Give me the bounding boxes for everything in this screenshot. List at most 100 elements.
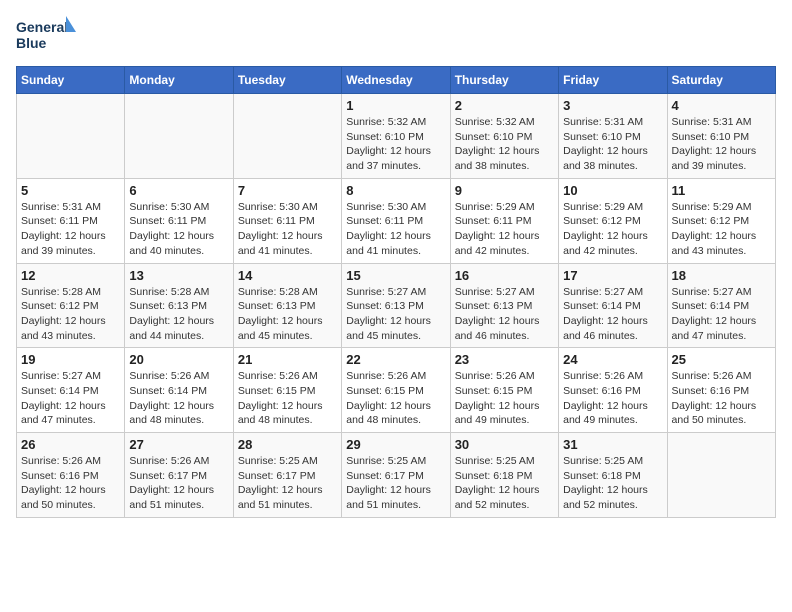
day-info: Sunrise: 5:30 AM Sunset: 6:11 PM Dayligh… [346,200,445,259]
day-cell: 22 Sunrise: 5:26 AM Sunset: 6:15 PM Dayli… [342,348,450,433]
week-row-1: 1 Sunrise: 5:32 AM Sunset: 6:10 PM Daylig… [17,94,776,179]
day-cell: 5 Sunrise: 5:31 AM Sunset: 6:11 PM Daylig… [17,178,125,263]
day-cell: 1Sunrise: 5:32 AM Sunset: 6:10 PM Daylig… [342,94,450,179]
day-number: 19 [21,352,120,367]
day-number: 21 [238,352,337,367]
week-row-4: 19 Sunrise: 5:27 AM Sunset: 6:14 PM Dayli… [17,348,776,433]
day-cell: 31Sunrise: 5:25 AM Sunset: 6:18 PM Dayli… [559,433,667,518]
col-header-wednesday: Wednesday [342,67,450,94]
day-number: 1 [346,98,445,113]
day-info: Sunrise: 5:27 AM Sunset: 6:14 PM Dayligh… [21,369,120,428]
day-info: Sunrise: 5:28 AM Sunset: 6:13 PM Dayligh… [129,285,228,344]
header-row: SundayMondayTuesdayWednesdayThursdayFrid… [17,67,776,94]
day-cell: 28Sunrise: 5:25 AM Sunset: 6:17 PM Dayli… [233,433,341,518]
day-cell: 17 Sunrise: 5:27 AM Sunset: 6:14 PM Dayli… [559,263,667,348]
day-number: 2 [455,98,554,113]
day-info: Sunrise: 5:31 AM Sunset: 6:10 PM Dayligh… [563,115,662,174]
day-info: Sunrise: 5:31 AM Sunset: 6:11 PM Dayligh… [21,200,120,259]
logo-svg: GeneralBlue [16,16,76,56]
day-number: 23 [455,352,554,367]
day-cell: 2 Sunrise: 5:32 AM Sunset: 6:10 PM Daylig… [450,94,558,179]
day-number: 14 [238,268,337,283]
day-info: Sunrise: 5:27 AM Sunset: 6:14 PM Dayligh… [563,285,662,344]
day-number: 20 [129,352,228,367]
day-cell: 19 Sunrise: 5:27 AM Sunset: 6:14 PM Dayli… [17,348,125,433]
day-number: 25 [672,352,771,367]
day-info: Sunrise: 5:26 AM Sunset: 6:14 PM Dayligh… [129,369,228,428]
logo: GeneralBlue [16,16,76,56]
day-cell: 14Sunrise: 5:28 AM Sunset: 6:13 PM Dayli… [233,263,341,348]
day-info: Sunrise: 5:27 AM Sunset: 6:13 PM Dayligh… [455,285,554,344]
day-info: Sunrise: 5:29 AM Sunset: 6:12 PM Dayligh… [563,200,662,259]
day-info: Sunrise: 5:28 AM Sunset: 6:12 PM Dayligh… [21,285,120,344]
day-number: 22 [346,352,445,367]
day-cell: 25 Sunrise: 5:26 AM Sunset: 6:16 PM Dayli… [667,348,775,433]
day-cell: 10 Sunrise: 5:29 AM Sunset: 6:12 PM Dayli… [559,178,667,263]
day-info: Sunrise: 5:25 AM Sunset: 6:18 PM Dayligh… [455,454,554,513]
day-cell [667,433,775,518]
day-number: 9 [455,183,554,198]
day-number: 16 [455,268,554,283]
day-number: 27 [129,437,228,452]
col-header-sunday: Sunday [17,67,125,94]
day-cell: 15 Sunrise: 5:27 AM Sunset: 6:13 PM Dayli… [342,263,450,348]
day-info: Sunrise: 5:26 AM Sunset: 6:16 PM Dayligh… [563,369,662,428]
day-cell: 16 Sunrise: 5:27 AM Sunset: 6:13 PM Dayli… [450,263,558,348]
day-cell: 18Sunrise: 5:27 AM Sunset: 6:14 PM Dayli… [667,263,775,348]
day-number: 15 [346,268,445,283]
day-info: Sunrise: 5:30 AM Sunset: 6:11 PM Dayligh… [129,200,228,259]
day-number: 3 [563,98,662,113]
day-cell: 13 Sunrise: 5:28 AM Sunset: 6:13 PM Dayli… [125,263,233,348]
day-number: 13 [129,268,228,283]
day-number: 6 [129,183,228,198]
day-info: Sunrise: 5:27 AM Sunset: 6:13 PM Dayligh… [346,285,445,344]
day-cell: 6 Sunrise: 5:30 AM Sunset: 6:11 PM Daylig… [125,178,233,263]
day-info: Sunrise: 5:26 AM Sunset: 6:15 PM Dayligh… [238,369,337,428]
day-cell [233,94,341,179]
day-number: 24 [563,352,662,367]
col-header-thursday: Thursday [450,67,558,94]
day-info: Sunrise: 5:32 AM Sunset: 6:10 PM Dayligh… [455,115,554,174]
day-info: Sunrise: 5:31 AM Sunset: 6:10 PM Dayligh… [672,115,771,174]
day-number: 4 [672,98,771,113]
day-number: 29 [346,437,445,452]
day-info: Sunrise: 5:27 AM Sunset: 6:14 PM Dayligh… [672,285,771,344]
day-number: 8 [346,183,445,198]
day-cell: 21 Sunrise: 5:26 AM Sunset: 6:15 PM Dayli… [233,348,341,433]
day-cell: 23 Sunrise: 5:26 AM Sunset: 6:15 PM Dayli… [450,348,558,433]
day-number: 17 [563,268,662,283]
day-info: Sunrise: 5:29 AM Sunset: 6:12 PM Dayligh… [672,200,771,259]
col-header-monday: Monday [125,67,233,94]
page-header: GeneralBlue [16,16,776,56]
day-cell: 24 Sunrise: 5:26 AM Sunset: 6:16 PM Dayli… [559,348,667,433]
day-number: 28 [238,437,337,452]
day-number: 12 [21,268,120,283]
day-info: Sunrise: 5:30 AM Sunset: 6:11 PM Dayligh… [238,200,337,259]
day-number: 26 [21,437,120,452]
day-number: 31 [563,437,662,452]
day-info: Sunrise: 5:26 AM Sunset: 6:17 PM Dayligh… [129,454,228,513]
day-number: 30 [455,437,554,452]
svg-text:General: General [16,19,68,35]
day-cell: 7 Sunrise: 5:30 AM Sunset: 6:11 PM Daylig… [233,178,341,263]
svg-text:Blue: Blue [16,35,47,51]
day-cell: 11Sunrise: 5:29 AM Sunset: 6:12 PM Dayli… [667,178,775,263]
week-row-3: 12 Sunrise: 5:28 AM Sunset: 6:12 PM Dayli… [17,263,776,348]
day-info: Sunrise: 5:26 AM Sunset: 6:15 PM Dayligh… [346,369,445,428]
day-cell: 27 Sunrise: 5:26 AM Sunset: 6:17 PM Dayli… [125,433,233,518]
col-header-tuesday: Tuesday [233,67,341,94]
col-header-friday: Friday [559,67,667,94]
day-cell: 3 Sunrise: 5:31 AM Sunset: 6:10 PM Daylig… [559,94,667,179]
col-header-saturday: Saturday [667,67,775,94]
day-number: 7 [238,183,337,198]
day-cell: 9 Sunrise: 5:29 AM Sunset: 6:11 PM Daylig… [450,178,558,263]
day-info: Sunrise: 5:26 AM Sunset: 6:16 PM Dayligh… [672,369,771,428]
day-cell [17,94,125,179]
day-number: 5 [21,183,120,198]
week-row-2: 5 Sunrise: 5:31 AM Sunset: 6:11 PM Daylig… [17,178,776,263]
day-info: Sunrise: 5:29 AM Sunset: 6:11 PM Dayligh… [455,200,554,259]
day-number: 10 [563,183,662,198]
day-cell: 4 Sunrise: 5:31 AM Sunset: 6:10 PM Daylig… [667,94,775,179]
day-cell [125,94,233,179]
day-info: Sunrise: 5:26 AM Sunset: 6:15 PM Dayligh… [455,369,554,428]
